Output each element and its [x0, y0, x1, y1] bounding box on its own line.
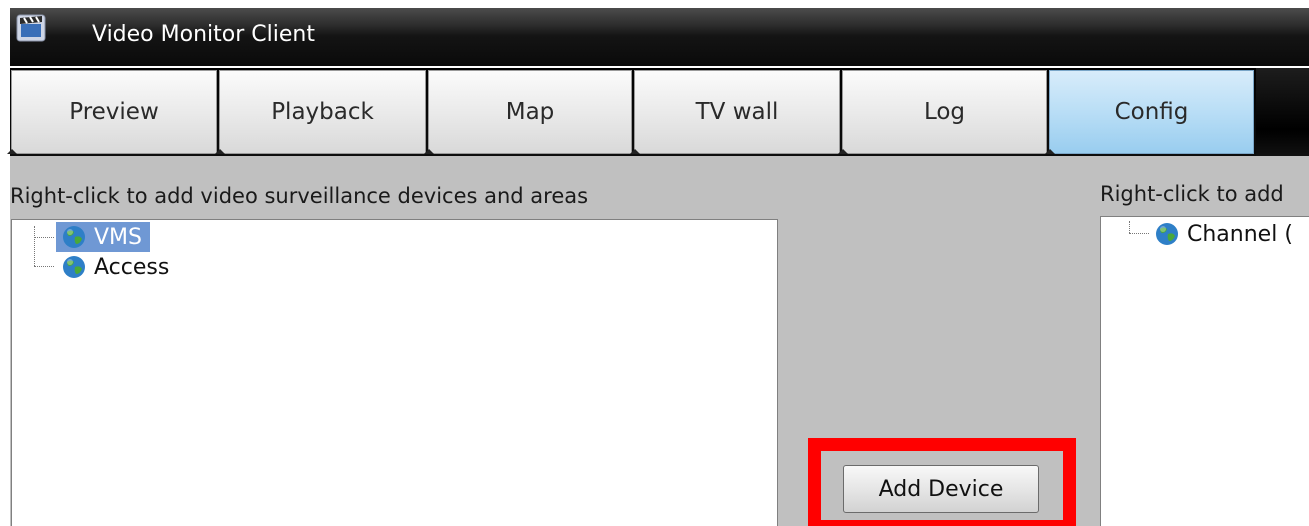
- tab-log[interactable]: Log: [838, 70, 1047, 154]
- tab-tv-wall[interactable]: TV wall: [630, 70, 840, 154]
- tree-connector: [34, 226, 35, 266]
- tree-node-label: VMS: [94, 224, 142, 250]
- tab-bar-filler: [1256, 68, 1309, 156]
- title-bar: Video Monitor Client: [10, 8, 1309, 66]
- tree-connector: [34, 237, 54, 238]
- globe-icon: [63, 226, 85, 248]
- tree-connector: [34, 266, 54, 267]
- globe-icon: [63, 256, 85, 278]
- tab-map[interactable]: Map: [424, 70, 632, 154]
- tree-node-label: Access: [94, 254, 170, 280]
- device-area-tree[interactable]: VMS Access: [11, 219, 778, 526]
- add-device-button[interactable]: Add Device: [843, 465, 1039, 513]
- tree-node-vms[interactable]: VMS: [56, 222, 150, 252]
- tree-node-selection: VMS: [56, 222, 150, 252]
- main-tab-bar: Preview Playback Map TV wall Log Config: [7, 68, 1309, 156]
- tree-connector: [1129, 221, 1130, 233]
- tree-node-channel[interactable]: Channel (: [1155, 219, 1293, 249]
- tab-preview[interactable]: Preview: [7, 70, 217, 154]
- video-monitor-client-window: Video Monitor Client Preview Playback Ma…: [0, 0, 1309, 526]
- window-title: Video Monitor Client: [92, 22, 315, 47]
- tree-node-label: Channel (: [1187, 221, 1293, 247]
- config-content-area: Right-click to add video surveillance de…: [10, 156, 1309, 526]
- globe-icon: [1156, 223, 1178, 245]
- tree-connector: [1129, 233, 1149, 234]
- left-panel-hint: Right-click to add video surveillance de…: [10, 184, 589, 208]
- app-clapper-icon: [16, 14, 46, 42]
- tree-node-access[interactable]: Access: [62, 252, 169, 282]
- tab-config[interactable]: Config: [1045, 70, 1254, 154]
- channel-tree[interactable]: Channel (: [1100, 216, 1309, 526]
- tab-playback[interactable]: Playback: [215, 70, 426, 154]
- right-panel-hint: Right-click to add: [1100, 182, 1284, 206]
